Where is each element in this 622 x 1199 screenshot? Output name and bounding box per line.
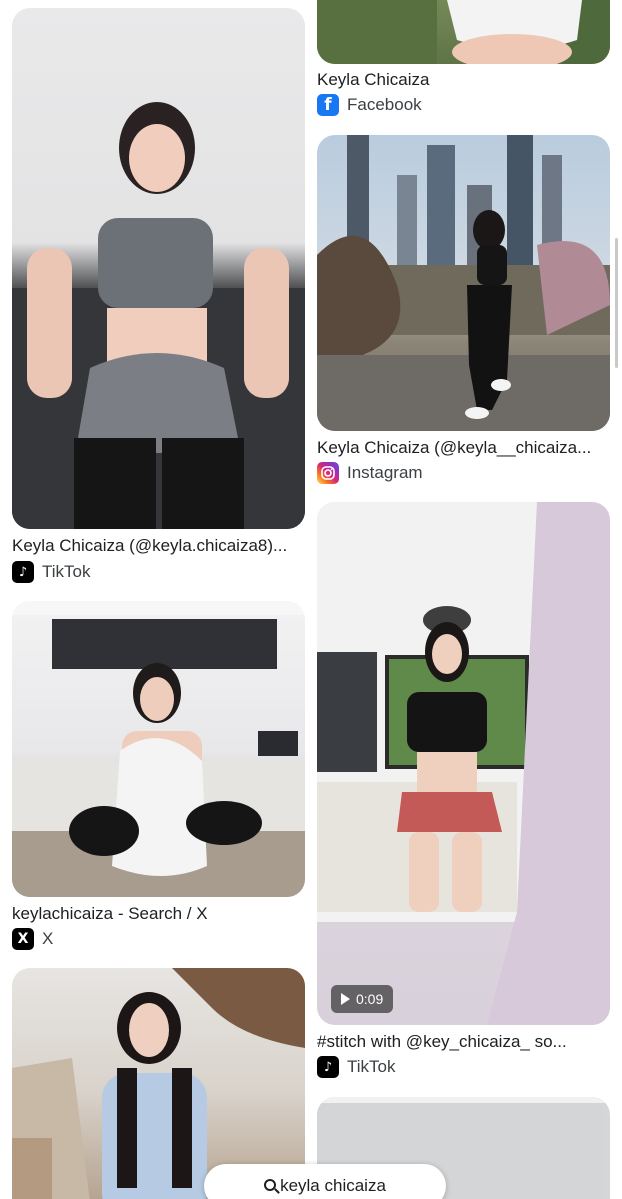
video-duration-badge: 0:09 — [331, 985, 394, 1013]
result-source[interactable]: X X — [12, 928, 53, 950]
photo-image — [317, 502, 610, 1025]
result-title[interactable]: Keyla Chicaiza — [317, 70, 610, 90]
instagram-icon — [317, 462, 339, 484]
video-duration: 0:09 — [356, 991, 384, 1007]
photo-image — [12, 102, 305, 529]
source-label: TikTok — [347, 1057, 396, 1076]
search-query-pill[interactable]: keyla chicaiza — [204, 1164, 446, 1199]
search-query: keyla chicaiza — [280, 1176, 386, 1195]
photo-image — [317, 0, 610, 64]
result-source[interactable]: ♪ TikTok — [12, 561, 91, 583]
result-source[interactable]: f Facebook — [317, 94, 422, 116]
scrollbar[interactable] — [615, 238, 618, 368]
photo-image — [12, 601, 305, 897]
result-title[interactable]: #stitch with @key_chicaiza_ so... — [317, 1032, 610, 1052]
result-thumbnail-5[interactable]: 0:09 — [317, 502, 610, 1025]
photo-image — [317, 135, 610, 431]
tiktok-icon: ♪ — [317, 1056, 339, 1078]
result-source[interactable]: Instagram — [317, 462, 423, 484]
play-icon — [341, 993, 350, 1005]
result-title[interactable]: Keyla Chicaiza (@keyla.chicaiza8)... — [12, 536, 305, 556]
source-label: TikTok — [42, 562, 91, 581]
result-thumbnail-3[interactable] — [317, 0, 610, 64]
result-source[interactable]: ♪ TikTok — [317, 1056, 396, 1078]
result-thumbnail-2[interactable] — [12, 601, 305, 897]
source-label: Facebook — [347, 95, 422, 114]
tiktok-icon: ♪ — [12, 561, 34, 583]
source-label: Instagram — [347, 463, 423, 482]
result-title[interactable]: keylachicaiza - Search / X — [12, 904, 305, 924]
result-thumbnail-4[interactable] — [317, 135, 610, 431]
source-label: X — [42, 929, 54, 948]
facebook-icon: f — [317, 94, 339, 116]
x-icon: X — [12, 928, 34, 950]
result-title[interactable]: Keyla Chicaiza (@keyla__chicaiza... — [317, 438, 610, 458]
result-thumbnail-1[interactable] — [12, 8, 305, 529]
search-icon — [264, 1179, 277, 1191]
